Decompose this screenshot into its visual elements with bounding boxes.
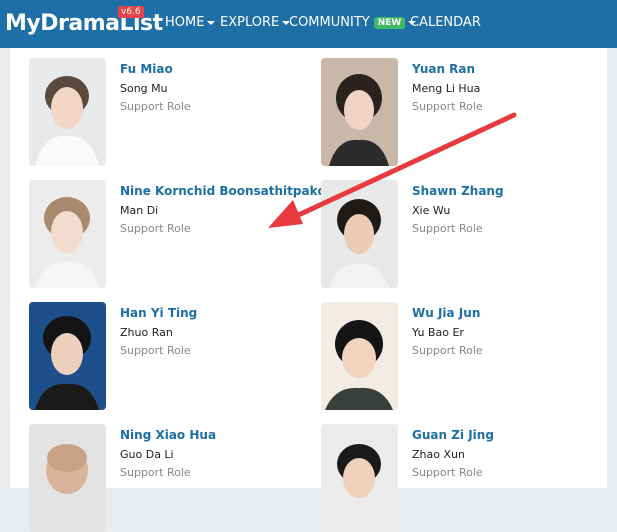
role-type: Support Role (412, 466, 483, 479)
nav-home[interactable]: HOME (165, 15, 216, 30)
role-type: Support Role (412, 344, 483, 357)
role-type: Support Role (412, 100, 483, 113)
actor-name-link[interactable]: Shawn Zhang (412, 184, 504, 198)
character-name: Zhuo Ran (120, 326, 173, 339)
cast-panel: Fu Miao Song Mu Support Role Yuan Ran Me… (10, 48, 607, 532)
cast-photo[interactable] (29, 180, 106, 288)
nav-home-label: HOME (165, 15, 205, 30)
actor-name-link[interactable]: Guan Zi Jing (412, 428, 494, 442)
role-type: Support Role (120, 222, 191, 235)
actor-name-link[interactable]: Ning Xiao Hua (120, 428, 216, 442)
character-name: Meng Li Hua (412, 82, 481, 95)
actor-name-link[interactable]: Han Yi Ting (120, 306, 197, 320)
character-name: Man Di (120, 204, 159, 217)
nav-community[interactable]: COMMUNITY NEW (289, 15, 417, 30)
actor-name-link[interactable]: Wu Jia Jun (412, 306, 480, 320)
character-name: Yu Bao Er (412, 326, 464, 339)
nav-calendar[interactable]: CALENDAR (410, 15, 481, 30)
actor-name-link[interactable]: Fu Miao (120, 62, 173, 76)
character-name: Guo Da Li (120, 448, 174, 461)
top-navbar: MyDramaList v6.6 HOME EXPLORE COMMUNITY N… (0, 0, 617, 48)
cast-card: Ning Xiao Hua Guo Da Li Support Role (29, 424, 299, 532)
actor-name-link[interactable]: Nine Kornchid Boonsathitpakdee (120, 184, 342, 198)
cast-photo[interactable] (29, 424, 106, 532)
cast-photo[interactable] (321, 302, 398, 410)
character-name: Xie Wu (412, 204, 451, 217)
character-name: Song Mu (120, 82, 168, 95)
role-type: Support Role (120, 100, 191, 113)
version-badge: v6.6 (118, 6, 144, 18)
nav-community-label: COMMUNITY (289, 15, 370, 30)
cast-photo[interactable] (29, 58, 106, 166)
cast-card: Wu Jia Jun Yu Bao Er Support Role (321, 302, 591, 410)
cast-card: Yuan Ran Meng Li Hua Support Role (321, 58, 591, 166)
cast-card: Fu Miao Song Mu Support Role (29, 58, 299, 166)
chevron-down-icon (207, 20, 216, 25)
nav-explore[interactable]: EXPLORE (220, 15, 291, 30)
cast-card: Nine Kornchid Boonsathitpakdee Man Di Su… (29, 180, 342, 288)
nav-explore-label: EXPLORE (220, 15, 280, 30)
new-badge: NEW (373, 16, 406, 29)
cast-card: Guan Zi Jing Zhao Xun Support Role (321, 424, 591, 532)
cast-card: Han Yi Ting Zhuo Ran Support Role (29, 302, 299, 410)
cast-photo[interactable] (29, 302, 106, 410)
cast-photo[interactable] (321, 58, 398, 166)
role-type: Support Role (120, 466, 191, 479)
cast-card: Shawn Zhang Xie Wu Support Role (321, 180, 591, 288)
role-type: Support Role (412, 222, 483, 235)
character-name: Zhao Xun (412, 448, 465, 461)
cast-photo[interactable] (321, 180, 398, 288)
cast-photo[interactable] (321, 424, 398, 532)
actor-name-link[interactable]: Yuan Ran (412, 62, 475, 76)
role-type: Support Role (120, 344, 191, 357)
